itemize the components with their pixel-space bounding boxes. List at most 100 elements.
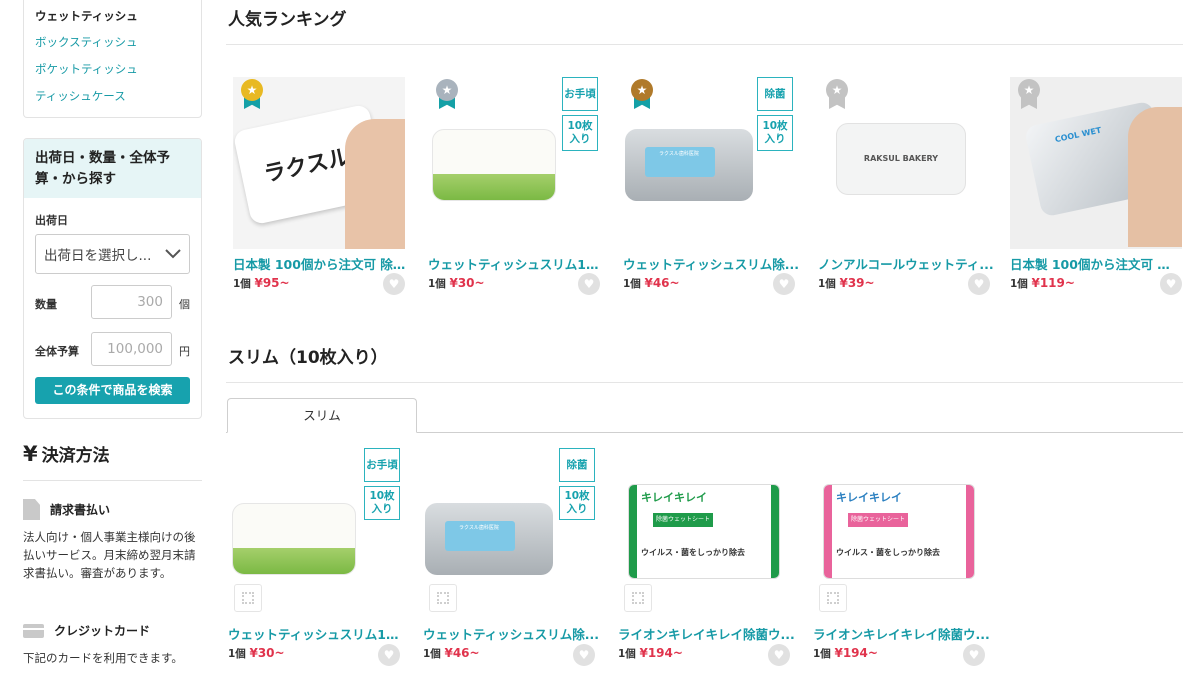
favorite-heart-icon[interactable]: ♥ xyxy=(573,644,595,666)
star-icon: ★ xyxy=(826,79,848,101)
favorite-heart-icon[interactable]: ♥ xyxy=(578,273,600,295)
product-name[interactable]: 日本製 100個から注文可 クー... xyxy=(1010,254,1182,273)
favorite-heart-icon[interactable]: ♥ xyxy=(768,644,790,666)
product-brand-text: ラクスル歯科医院 xyxy=(459,525,499,531)
product-name[interactable]: ライオンキレイキレイ除菌ウ... xyxy=(618,624,796,643)
payment-card-desc: 下記のカードを利用できます。 xyxy=(23,651,183,665)
tag-10-sheets: 10枚入り xyxy=(757,115,793,151)
payment-card-title: クレジットカード xyxy=(54,624,151,638)
product-brand-text: COOL WET xyxy=(1054,125,1103,145)
category-link-box-tissue[interactable]: ボックスティッシュ xyxy=(35,34,190,61)
slim-card-3[interactable]: キレイキレイ 除菌ウェットシート ウイルス・菌をしっかり除去 ライオンキレイキレ… xyxy=(618,448,795,673)
slim-section-title: スリム（10枚入り） xyxy=(228,348,388,368)
favorite-heart-icon[interactable]: ♥ xyxy=(383,273,405,295)
product-brand-text: RAKSUL BAKERY xyxy=(863,154,939,163)
tab-slim[interactable]: スリム xyxy=(227,398,417,433)
payment-card: クレジットカード xyxy=(23,622,150,639)
payment-invoice-title: 請求書払い xyxy=(50,503,111,517)
star-icon: ★ xyxy=(631,79,653,101)
product-name[interactable]: ウェットティッシュスリム10... xyxy=(428,254,606,273)
payment-invoice-desc: 法人向け・個人事業主様向けの後払いサービス。月末締め翌月末請求書払い。審査があり… xyxy=(23,530,196,580)
rank-badge: ★ xyxy=(826,79,848,111)
payment-invoice: 請求書払い xyxy=(23,499,110,520)
tag-affordable: お手頃 xyxy=(364,448,400,482)
ranking-card-2[interactable]: ★ お手頃 10枚入り ウェットティッシュスリム10... 1個 ¥30~ ♥ xyxy=(428,77,606,297)
zoom-icon[interactable] xyxy=(234,584,262,612)
rank-badge: ★ xyxy=(436,79,458,111)
product-name[interactable]: ウェットティッシュスリム10... xyxy=(228,624,406,643)
slim-card-4[interactable]: キレイキレイ 除菌ウェットシート ウイルス・菌をしっかり除去 ライオンキレイキレ… xyxy=(813,448,990,673)
quantity-label: 数量 xyxy=(35,298,57,311)
category-link-pocket-tissue[interactable]: ポケットティッシュ xyxy=(35,61,190,88)
filter-search-button[interactable]: この条件で商品を検索 xyxy=(35,377,190,404)
product-price: 1個 ¥95~ xyxy=(233,276,290,290)
product-price: 1個 ¥46~ xyxy=(423,646,480,660)
star-icon: ★ xyxy=(436,79,458,101)
product-price: 1個 ¥46~ xyxy=(623,276,680,290)
divider xyxy=(226,382,1183,383)
product-name[interactable]: ウェットティッシュスリム除... xyxy=(623,254,801,273)
ranking-card-4[interactable]: RAKSUL BAKERY ★ ノンアルコールウェットティ... 1個 ¥39~… xyxy=(818,77,994,297)
product-name[interactable]: ノンアルコールウェットティ... xyxy=(818,254,996,273)
tag-10-sheets: 10枚入り xyxy=(562,115,598,151)
favorite-heart-icon[interactable]: ♥ xyxy=(773,273,795,295)
payment-title: ¥ 決済方法 xyxy=(23,441,110,467)
product-price: 1個 ¥30~ xyxy=(228,646,285,660)
category-list: ウェットティッシュ ボックスティッシュ ポケットティッシュ ティッシュケース xyxy=(23,0,202,118)
rank-badge: ★ xyxy=(241,79,263,111)
chevron-down-icon xyxy=(165,249,181,259)
credit-card-icon xyxy=(23,623,44,638)
favorite-heart-icon[interactable]: ♥ xyxy=(1160,273,1182,295)
payment-title-text: 決済方法 xyxy=(41,446,110,466)
favorite-heart-icon[interactable]: ♥ xyxy=(963,644,985,666)
category-current: ウェットティッシュ xyxy=(35,9,138,23)
search-filter-panel: 出荷日・数量・全体予算・から探す 出荷日 出荷日を選択し... 数量 300 個… xyxy=(23,138,202,419)
budget-label: 全体予算 xyxy=(35,345,79,358)
quantity-unit: 個 xyxy=(179,298,190,311)
filter-title: 出荷日・数量・全体予算・から探す xyxy=(24,139,201,198)
ranking-title: 人気ランキング xyxy=(228,10,347,30)
divider xyxy=(226,44,1183,45)
tag-affordable: お手頃 xyxy=(562,77,598,111)
ranking-card-3[interactable]: ラクスル歯科医院 ★ 除菌 10枚入り ウェットティッシュスリム除... 1個 … xyxy=(623,77,799,297)
tag-10-sheets: 10枚入り xyxy=(364,486,400,520)
budget-input[interactable]: 100,000 xyxy=(91,332,172,366)
category-link-tissue-case[interactable]: ティッシュケース xyxy=(35,88,190,115)
star-icon: ★ xyxy=(241,79,263,101)
document-icon xyxy=(23,499,40,520)
rank-badge: ★ xyxy=(631,79,653,111)
zoom-icon[interactable] xyxy=(429,584,457,612)
product-name[interactable]: ライオンキレイキレイ除菌ウ... xyxy=(813,624,991,643)
ship-date-select[interactable]: 出荷日を選択し... xyxy=(35,234,190,274)
budget-unit: 円 xyxy=(179,345,190,358)
favorite-heart-icon[interactable]: ♥ xyxy=(378,644,400,666)
product-name[interactable]: ウェットティッシュスリム除... xyxy=(423,624,601,643)
product-brand-text: ラクスル xyxy=(261,144,353,188)
zoom-icon[interactable] xyxy=(624,584,652,612)
product-price: 1個 ¥194~ xyxy=(618,646,683,660)
tag-sanitize: 除菌 xyxy=(559,448,595,482)
product-brand-text: キレイキレイ xyxy=(641,491,707,504)
slim-card-2[interactable]: ラクスル歯科医院 除菌 10枚入り ウェットティッシュスリム除... 1個 ¥4… xyxy=(423,448,599,673)
product-brand-text: キレイキレイ xyxy=(836,491,902,504)
product-price: 1個 ¥194~ xyxy=(813,646,878,660)
star-icon: ★ xyxy=(1018,79,1040,101)
rank-badge: ★ xyxy=(1018,79,1040,111)
product-brand-text: ラクスル歯科医院 xyxy=(659,151,699,157)
yen-icon: ¥ xyxy=(23,441,38,466)
tag-10-sheets: 10枚入り xyxy=(559,486,595,520)
product-price: 1個 ¥30~ xyxy=(428,276,485,290)
ranking-card-1[interactable]: ラクスル ★ 日本製 100個から注文可 除菌... 1個 ¥95~ ♥ xyxy=(233,77,411,297)
zoom-icon[interactable] xyxy=(819,584,847,612)
ship-date-select-value: 出荷日を選択し... xyxy=(44,248,152,264)
slim-card-1[interactable]: お手頃 10枚入り ウェットティッシュスリム10... 1個 ¥30~ ♥ xyxy=(228,448,406,673)
product-price: 1個 ¥39~ xyxy=(818,276,875,290)
product-price: 1個 ¥119~ xyxy=(1010,276,1075,290)
tag-sanitize: 除菌 xyxy=(757,77,793,111)
divider xyxy=(23,480,202,481)
ranking-card-5[interactable]: COOL WET ★ 日本製 100個から注文可 クー... 1個 ¥119~ … xyxy=(1010,77,1182,297)
product-name[interactable]: 日本製 100個から注文可 除菌... xyxy=(233,254,411,273)
quantity-input[interactable]: 300 xyxy=(91,285,172,319)
favorite-heart-icon[interactable]: ♥ xyxy=(968,273,990,295)
ship-date-label: 出荷日 xyxy=(35,214,68,227)
